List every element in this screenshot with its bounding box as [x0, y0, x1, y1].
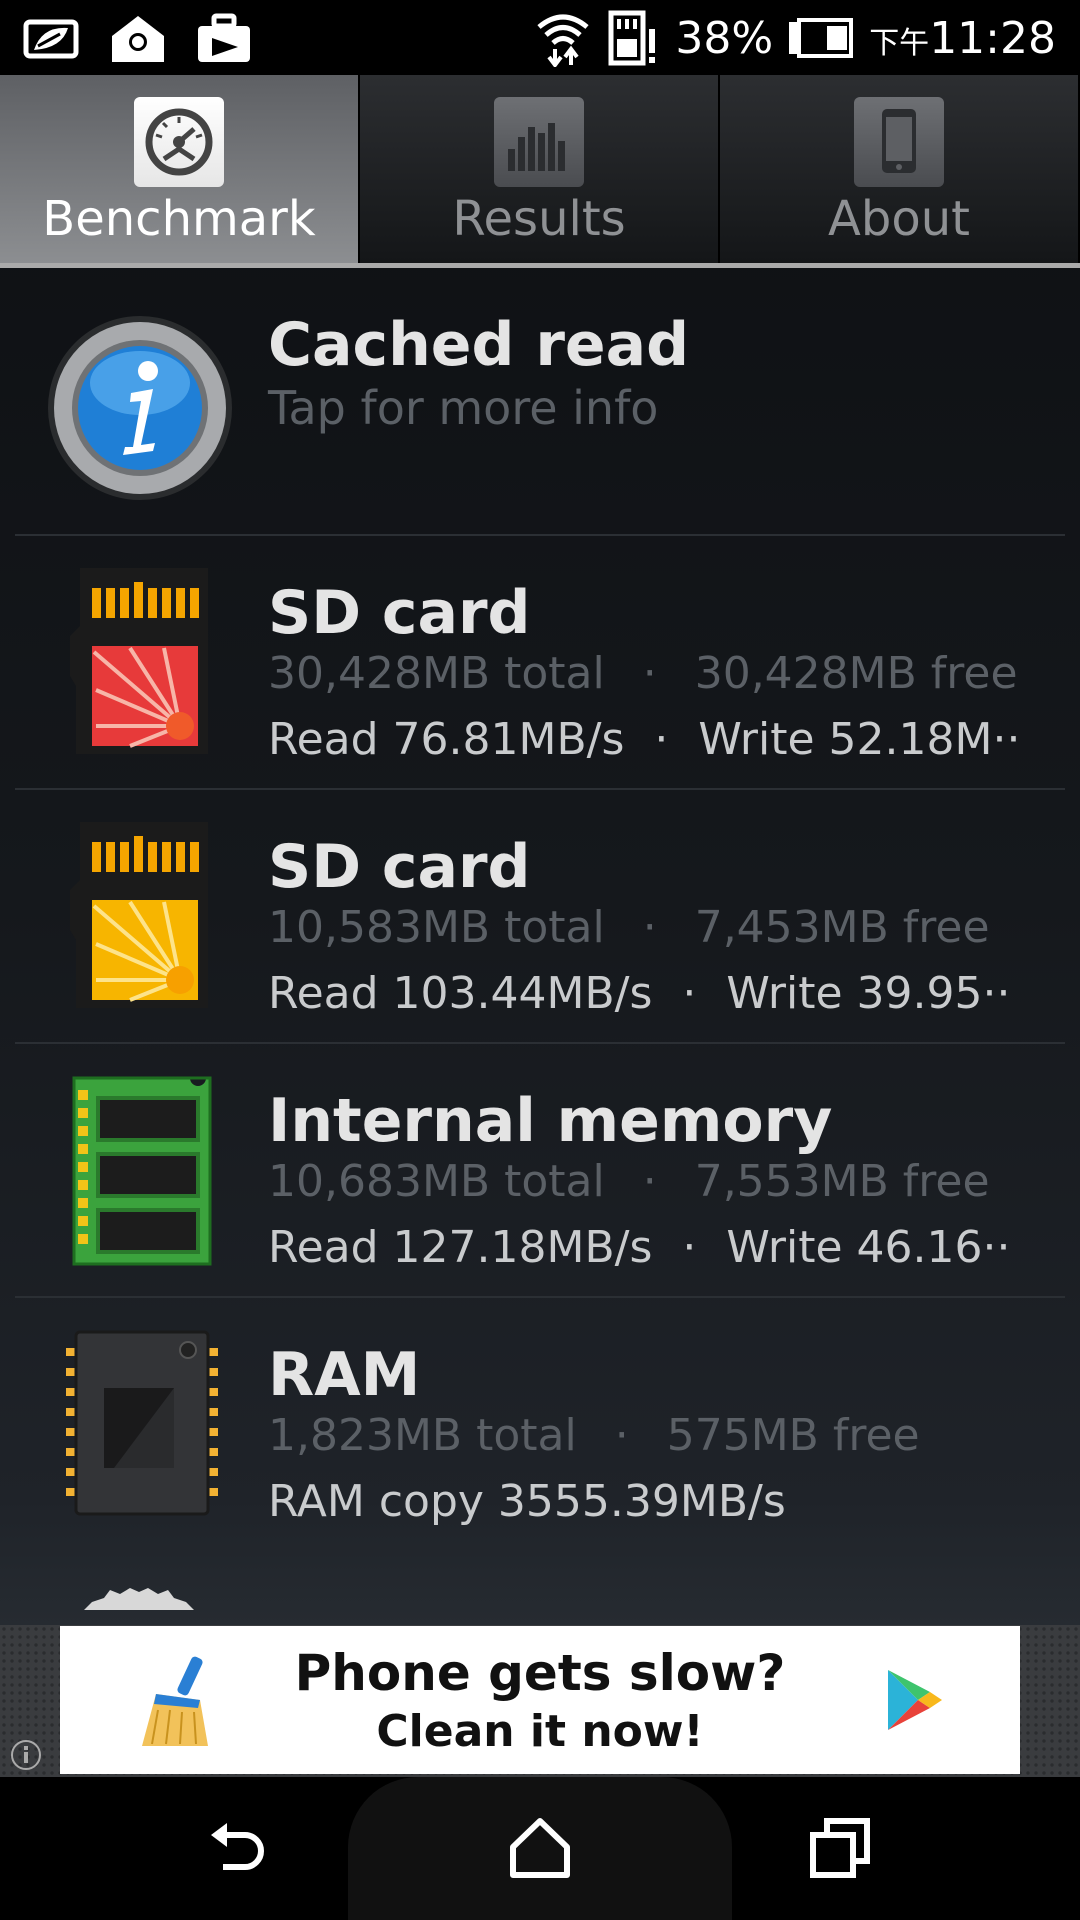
sd-card-red-icon	[70, 568, 208, 754]
tab-results[interactable]: Results	[360, 75, 720, 263]
ad-headline: Phone gets slow?	[294, 1644, 786, 1702]
recents-icon[interactable]	[805, 1813, 875, 1883]
phone-icon	[854, 97, 944, 187]
back-icon[interactable]	[205, 1813, 275, 1883]
clock: 下午11:28	[869, 12, 1056, 64]
item-storage: 1,823MB total · 575MB free	[268, 1410, 920, 1461]
benchmark-list: Cached read Tap for more info SD card 30…	[0, 268, 1080, 1610]
ad-banner[interactable]: Phone gets slow? Clean it now!	[0, 1625, 1080, 1777]
nav-bar	[0, 1777, 1080, 1920]
leaf-icon	[23, 19, 79, 59]
gauge-icon	[134, 97, 224, 187]
item-storage: 10,583MB total · 7,453MB free	[268, 902, 990, 953]
battery-icon	[789, 18, 854, 58]
cached-read-title: Cached read	[268, 310, 690, 380]
cached-read-row[interactable]: Cached read Tap for more info	[0, 268, 1080, 536]
cached-read-subtitle: Tap for more info	[268, 381, 659, 435]
item-title: SD card	[268, 578, 531, 648]
location-icon	[112, 16, 164, 62]
battery-percent: 38%	[675, 12, 774, 64]
ad-content[interactable]: Phone gets slow? Clean it now!	[60, 1626, 1020, 1774]
tab-label-about: About	[828, 191, 970, 247]
wifi-icon	[537, 14, 589, 67]
gear-icon	[84, 1588, 194, 1610]
ad-subline: Clean it now!	[376, 1706, 704, 1757]
item-title: SD card	[268, 832, 531, 902]
screen: 38% 下午11:28 Benchmark Results About Cach…	[0, 0, 1080, 1920]
list-item-ram[interactable]: RAM 1,823MB total · 575MB free RAM copy 35…	[0, 1298, 1080, 1552]
play-store-icon	[888, 1670, 942, 1730]
tab-bar: Benchmark Results About	[0, 75, 1080, 268]
list-item-sd-card-1[interactable]: SD card 30,428MB total · 30,428MB free Rea…	[0, 536, 1080, 790]
info-icon	[48, 316, 232, 500]
status-bar: 38% 下午11:28	[0, 0, 1080, 75]
item-title: Internal memory	[268, 1086, 833, 1156]
item-speeds: Read 103.44MB/s · Write 39.95··	[268, 968, 1011, 1019]
list-item-internal-memory[interactable]: Internal memory 10,683MB total · 7,553MB f…	[0, 1044, 1080, 1298]
memory-chip-icon	[72, 1076, 212, 1266]
bars-icon	[494, 97, 584, 187]
item-storage: 30,428MB total · 30,428MB free	[268, 648, 1018, 699]
tab-benchmark[interactable]: Benchmark	[0, 75, 360, 263]
tab-label-results: Results	[452, 191, 626, 247]
item-storage: 10,683MB total · 7,553MB free	[268, 1156, 990, 1207]
ram-chip-icon	[66, 1330, 218, 1516]
briefcase-icon	[198, 13, 250, 62]
sd-card-yellow-icon	[70, 822, 208, 1008]
home-icon[interactable]	[505, 1813, 575, 1883]
item-speeds: Read 76.81MB/s · Write 52.18M··	[268, 714, 1021, 765]
item-title: RAM	[268, 1340, 421, 1410]
list-item-sd-card-2[interactable]: SD card 10,583MB total · 7,453MB free Read…	[0, 790, 1080, 1044]
item-speeds: Read 127.18MB/s · Write 46.16··	[268, 1222, 1011, 1273]
sd-alert-icon	[608, 10, 656, 66]
item-speeds: RAM copy 3555.39MB/s	[268, 1476, 786, 1527]
tab-label-benchmark: Benchmark	[42, 191, 316, 247]
ad-info-icon[interactable]	[10, 1739, 42, 1771]
tab-about[interactable]: About	[720, 75, 1080, 263]
